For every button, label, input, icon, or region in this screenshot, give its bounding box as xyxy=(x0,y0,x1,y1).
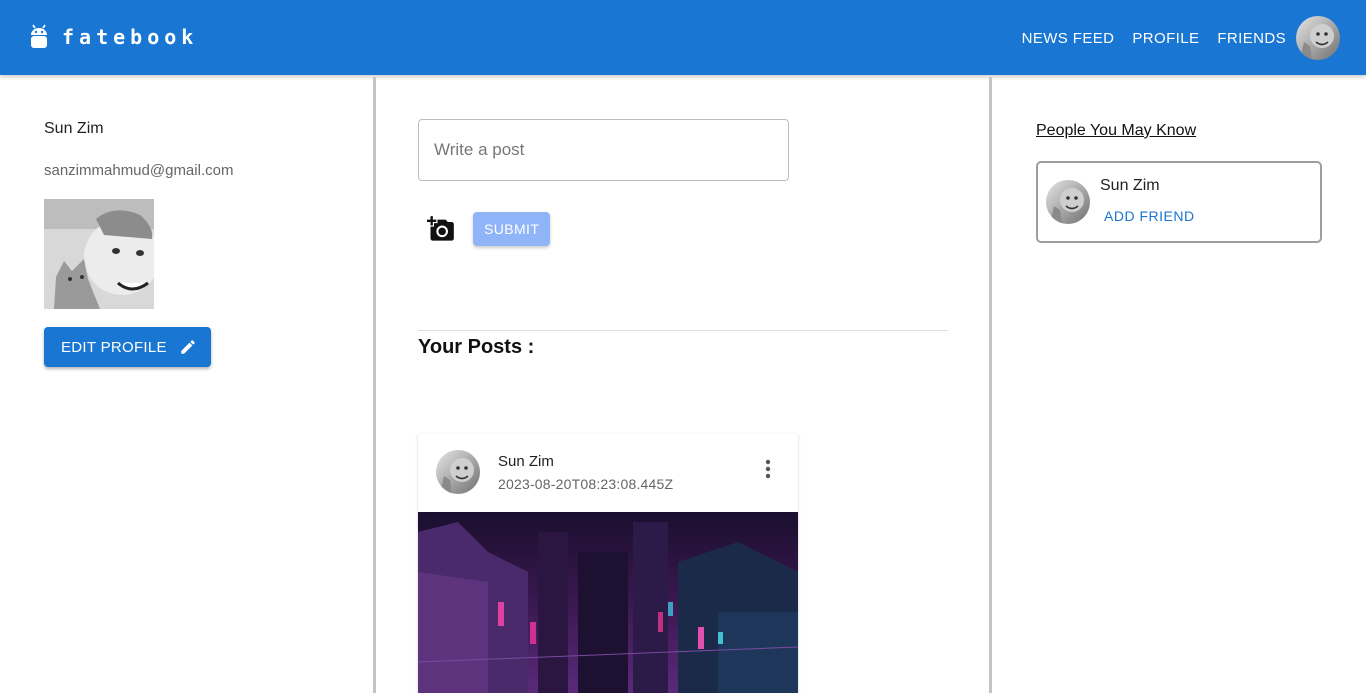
main-nav: NEWS FEED PROFILE FRIENDS xyxy=(1022,16,1340,60)
composer-actions: SUBMIT xyxy=(418,212,948,246)
app-bar: fatebook NEWS FEED PROFILE FRIENDS xyxy=(0,0,1366,75)
post-input[interactable] xyxy=(418,119,789,181)
suggestion-card: Sun Zim ADD FRIEND xyxy=(1036,161,1322,243)
nav-profile[interactable]: PROFILE xyxy=(1132,30,1199,47)
edit-profile-label: EDIT PROFILE xyxy=(61,338,167,356)
brand[interactable]: fatebook xyxy=(30,24,198,50)
brand-name: fatebook xyxy=(62,25,199,49)
pencil-icon xyxy=(179,338,197,356)
people-you-may-know-heading[interactable]: People You May Know xyxy=(1036,122,1322,140)
edit-profile-button[interactable]: EDIT PROFILE xyxy=(44,327,211,367)
suggestion-avatar[interactable] xyxy=(1046,180,1090,224)
column-divider-left xyxy=(373,77,376,693)
post-card: Sun Zim 2023-08-20T08:23:08.445Z xyxy=(418,434,798,693)
suggestions-panel: People You May Know Sun Zim ADD FRIEND xyxy=(1036,122,1322,243)
profile-photo xyxy=(44,199,154,309)
feed-panel: SUBMIT Your Posts : xyxy=(418,119,948,359)
profile-panel: Sun Zim sanzimmahmud@gmail.com EDIT PROF… xyxy=(44,120,344,367)
profile-email: sanzimmahmud@gmail.com xyxy=(44,162,234,179)
section-divider xyxy=(418,330,948,331)
android-icon xyxy=(30,24,48,50)
post-author-name: Sun Zim xyxy=(498,453,554,470)
post-image xyxy=(418,512,798,693)
column-divider-right xyxy=(989,77,992,693)
profile-name: Sun Zim xyxy=(44,120,104,137)
post-timestamp: 2023-08-20T08:23:08.445Z xyxy=(498,476,674,492)
user-avatar[interactable] xyxy=(1296,16,1340,60)
post-header: Sun Zim 2023-08-20T08:23:08.445Z xyxy=(418,434,798,512)
add-photo-icon[interactable] xyxy=(427,215,455,243)
nav-news-feed[interactable]: NEWS FEED xyxy=(1022,30,1115,47)
more-vert-icon[interactable] xyxy=(764,458,772,480)
suggestion-name: Sun Zim xyxy=(1100,177,1160,194)
your-posts-heading: Your Posts : xyxy=(418,336,535,358)
submit-button[interactable]: SUBMIT xyxy=(473,212,551,246)
post-author-avatar[interactable] xyxy=(436,450,480,494)
add-friend-button[interactable]: ADD FRIEND xyxy=(1104,208,1195,224)
nav-friends[interactable]: FRIENDS xyxy=(1217,30,1286,47)
